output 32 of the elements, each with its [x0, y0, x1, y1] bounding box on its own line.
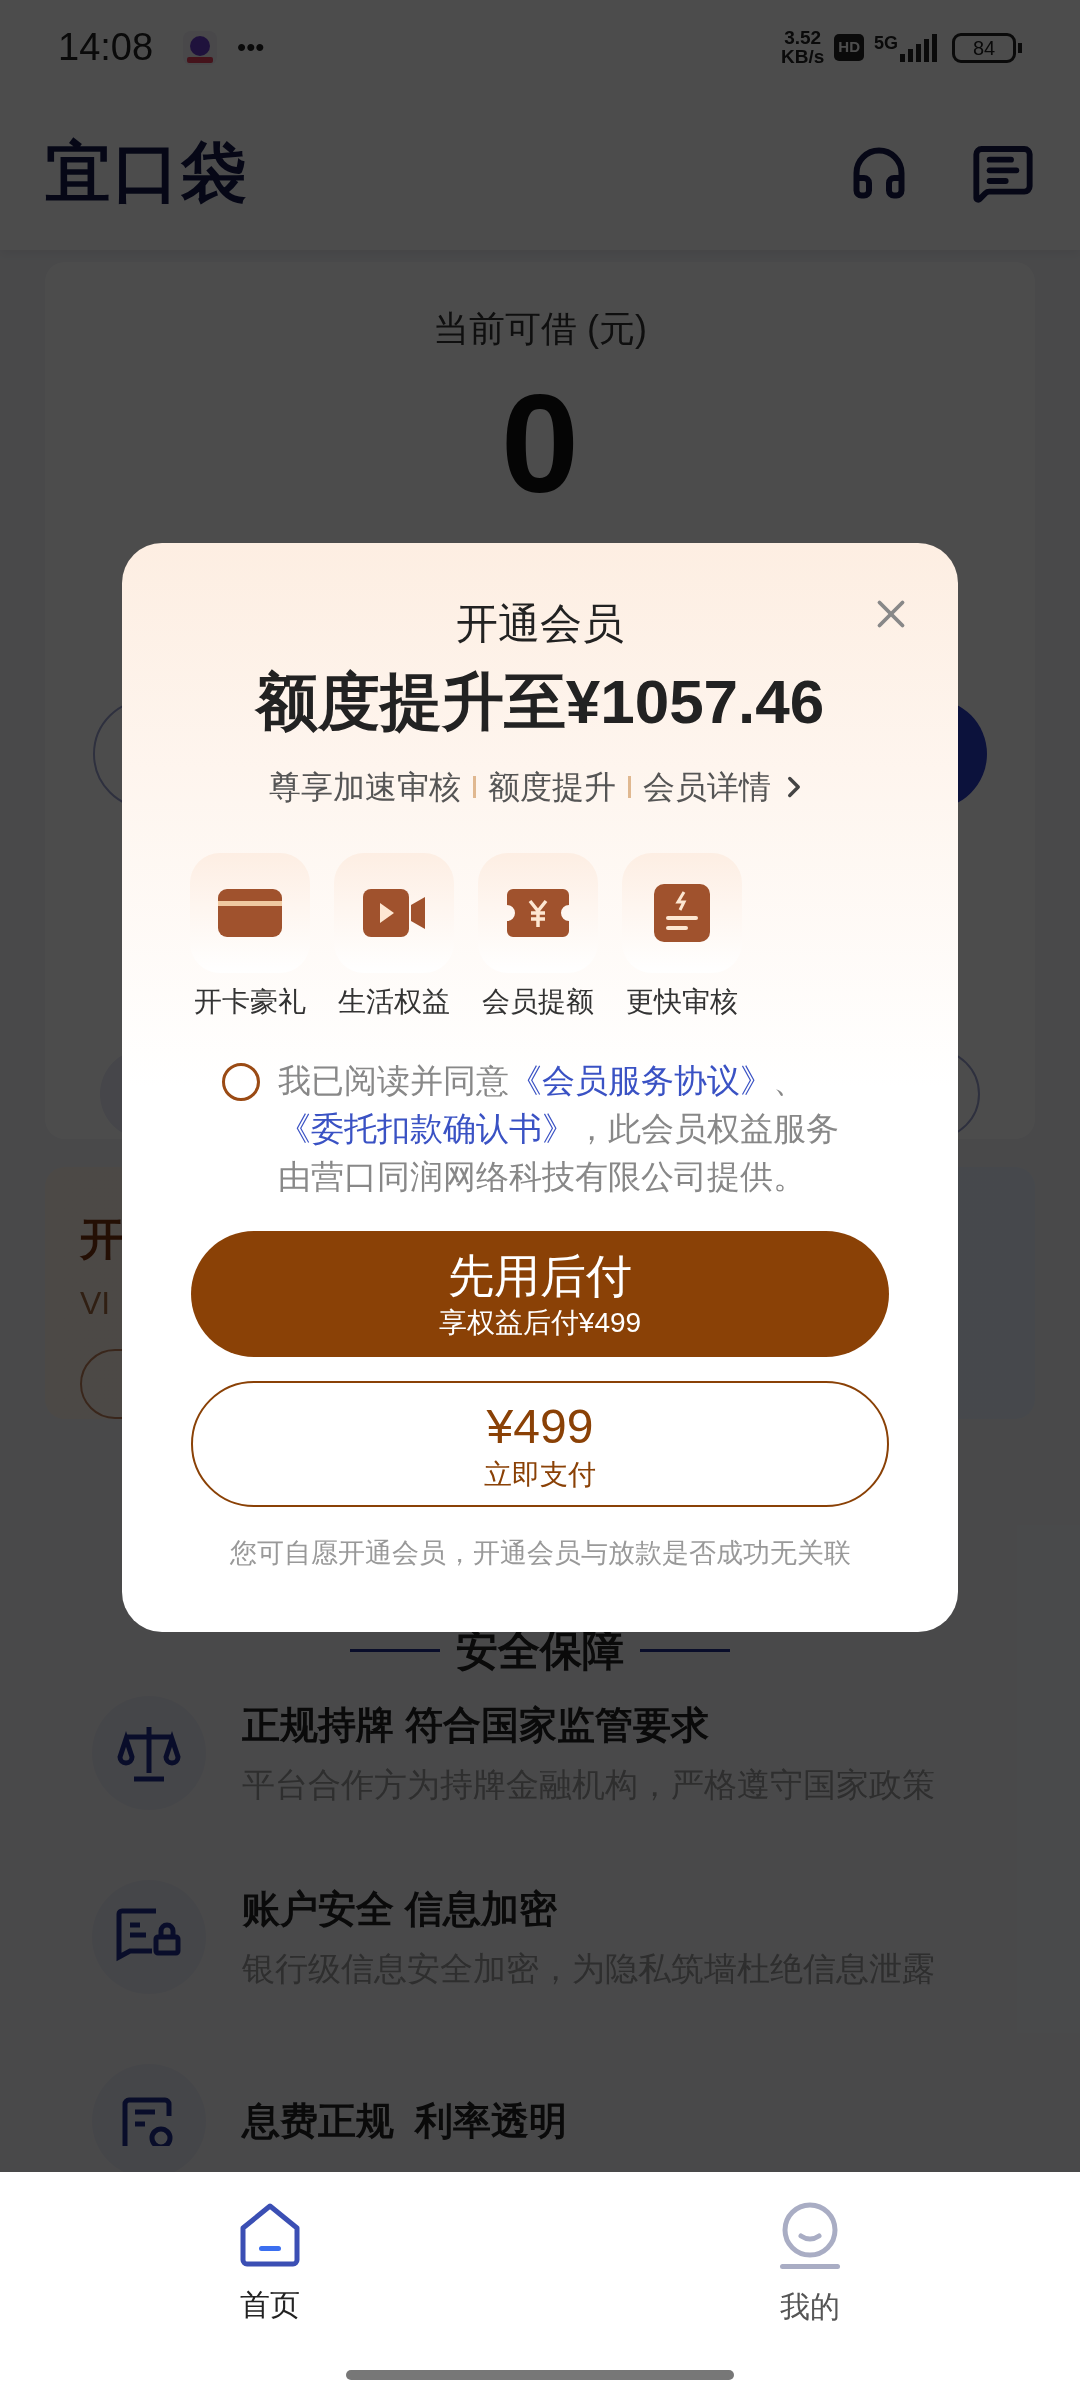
benefit-label: 开卡豪礼: [194, 985, 306, 1019]
benefit-label: 会员提额: [482, 985, 594, 1019]
more-indicator: •••: [237, 31, 265, 64]
agreement-checkbox[interactable]: [222, 1063, 260, 1101]
perk-label: 尊享加速审核: [269, 768, 461, 807]
feature-title: 正规持牌 符合国家监管要求: [242, 1702, 710, 1748]
agreement-text: 我已阅读并同意《会员服务协议》、 《委托扣款确认书》，此会员权益服务由营口同润网络科技有限公司提供。: [278, 1061, 840, 1197]
network-speed: 3.52: [784, 29, 822, 48]
vip-card-title: 开: [80, 1217, 124, 1261]
feature-title: 账户安全 信息加密: [242, 1886, 558, 1932]
document-icon: [652, 882, 712, 944]
disclaimer-note: 您可自愿开通会员，开通会员与放款是否成功无关联: [229, 1537, 851, 1570]
dialog-headline: 额度提升至¥1057.46: [255, 671, 825, 733]
pay-now-button[interactable]: ¥499 立即支付: [191, 1381, 889, 1507]
tab-item[interactable]: 首页: [170, 2202, 370, 2329]
benefit-label: 更快审核: [626, 985, 738, 1019]
perk-label: 额度提升: [488, 768, 616, 807]
quota-label: 当前可借 (元): [433, 307, 647, 351]
status-time: 14:08: [58, 25, 154, 70]
tab-item[interactable]: 我的: [710, 2202, 910, 2329]
network-type: 5G: [874, 32, 898, 55]
quota-amount: 0: [501, 374, 579, 514]
section-title: 安全保障: [456, 1626, 624, 1676]
benefit-label: 生活权益: [338, 985, 450, 1019]
debit-authorization-link[interactable]: 《委托扣款确认书》: [278, 1110, 575, 1147]
pay-later-button[interactable]: 先用后付 享权益后付¥499: [191, 1231, 889, 1357]
dialog-title: 开通会员: [456, 603, 624, 645]
service-agreement-link[interactable]: 《会员服务协议》: [509, 1062, 773, 1099]
feature-title: 息费正规 利率透明: [242, 2098, 568, 2144]
network-speed-unit: KB/s: [781, 47, 825, 66]
details-link[interactable]: 会员详情: [643, 763, 811, 811]
app-logo: 宜口袋: [45, 134, 249, 211]
